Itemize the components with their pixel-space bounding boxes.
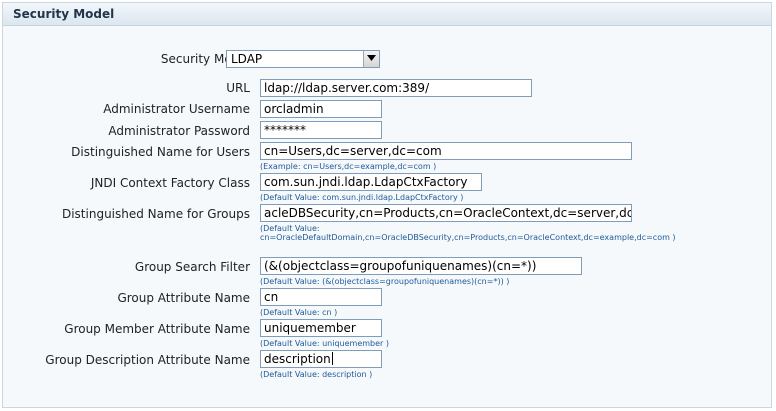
section-title: Security Model	[13, 7, 115, 21]
section-header: Security Model	[3, 3, 771, 26]
dn-users-hint: (Example: cn=Users,dc=example,dc=com )	[260, 162, 437, 171]
group-attr-name-label: Group Attribute Name	[117, 291, 250, 305]
admin-username-input[interactable]: orcladmin	[260, 100, 382, 118]
chevron-down-icon	[367, 55, 376, 61]
dn-groups-label: Distinguished Name for Groups	[61, 207, 250, 221]
group-search-filter-hint: (Default Value: (&(objectclass=groupofun…	[260, 277, 510, 286]
url-label: URL	[226, 81, 250, 95]
group-search-filter-input[interactable]: (&(objectclass=groupofuniquenames)(cn=*)…	[260, 257, 582, 275]
jndi-factory-label: JNDI Context Factory Class	[90, 176, 250, 190]
group-attr-name-hint: (Default Value: cn )	[260, 308, 338, 317]
dn-groups-input[interactable]: acleDBSecurity,cn=Products,cn=OracleCont…	[260, 204, 632, 222]
group-attr-name-input[interactable]: cn	[260, 288, 382, 306]
group-member-attr-hint: (Default Value: uniquemember )	[260, 339, 389, 348]
dropdown-button[interactable]	[363, 51, 379, 67]
group-search-filter-label: Group Search Filter	[134, 260, 250, 274]
dn-groups-hint: (Default Value: cn=OracleDefaultDomain,c…	[260, 224, 676, 242]
jndi-factory-input[interactable]: com.sun.jndi.ldap.LdapCtxFactory	[260, 173, 482, 191]
admin-password-input[interactable]: *******	[260, 121, 382, 139]
group-desc-attr-label: Group Description Attribute Name	[45, 353, 250, 367]
security-model-value: LDAP	[231, 52, 263, 66]
url-input[interactable]: ldap://ldap.server.com:389/	[260, 79, 532, 97]
security-model-select[interactable]: LDAP	[226, 50, 380, 68]
group-member-attr-input[interactable]: uniquemember	[260, 319, 382, 337]
group-desc-attr-value: description	[264, 352, 331, 366]
jndi-factory-hint: (Default Value: com.sun.jndi.ldap.LdapCt…	[260, 193, 464, 202]
dn-users-label: Distinguished Name for Users	[71, 145, 250, 159]
admin-password-label: Administrator Password	[108, 124, 250, 138]
group-desc-attr-input[interactable]: description	[260, 350, 382, 368]
group-member-attr-label: Group Member Attribute Name	[64, 322, 250, 336]
text-cursor	[331, 352, 333, 365]
group-desc-attr-hint: (Default Value: description )	[260, 370, 373, 379]
admin-username-label: Administrator Username	[103, 102, 250, 116]
dn-users-input[interactable]: cn=Users,dc=server,dc=com	[260, 142, 632, 160]
